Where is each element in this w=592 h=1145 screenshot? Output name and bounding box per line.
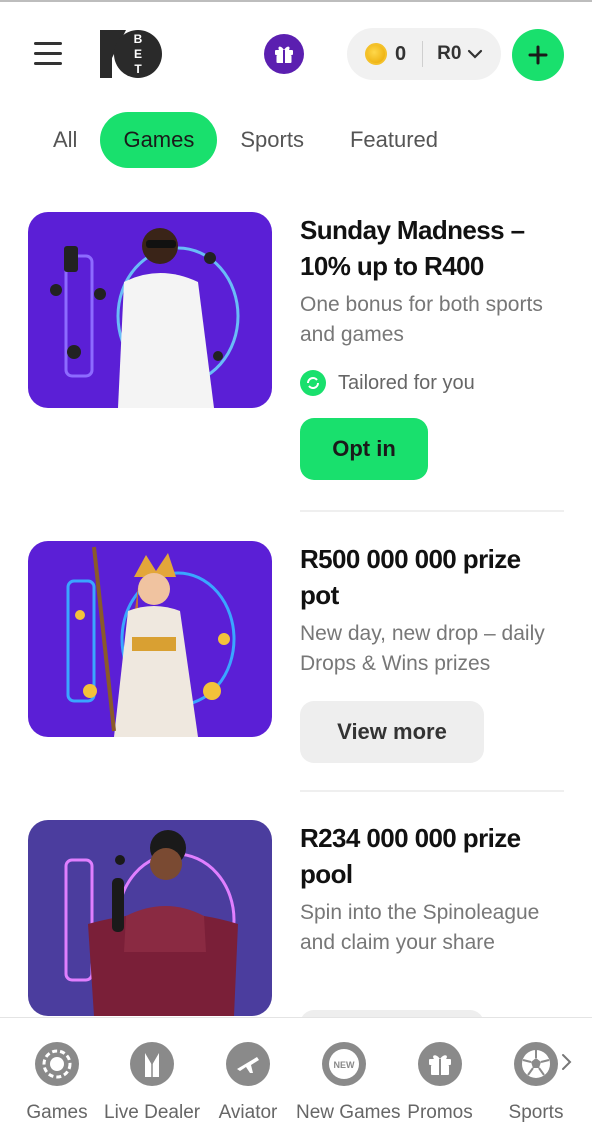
- svg-text:B: B: [134, 32, 143, 46]
- plane-icon: [226, 1042, 270, 1086]
- deposit-button[interactable]: [512, 29, 564, 81]
- hamburger-menu-icon[interactable]: [34, 42, 64, 66]
- nav-item-promos[interactable]: Promos: [392, 1042, 488, 1124]
- promo-title: R500 000 000 prize pot: [300, 544, 521, 610]
- tailored-tag: Tailored for you: [300, 370, 564, 396]
- pill-divider: [422, 41, 424, 67]
- 10bet-logo[interactable]: B E T: [98, 28, 164, 80]
- gift-icon[interactable]: [264, 34, 304, 74]
- coin-icon: [365, 43, 387, 65]
- nav-label: Sports: [508, 1102, 564, 1123]
- new-badge-icon: NEW: [322, 1042, 366, 1086]
- promo-body: Sunday Madness – 10% up to R400 One bonu…: [300, 212, 564, 480]
- gift-icon: [418, 1042, 462, 1086]
- chevron-down-icon: [468, 49, 483, 59]
- balance-amount: R0: [437, 43, 462, 64]
- tab-featured[interactable]: Featured: [327, 112, 461, 168]
- nav-item-aviator[interactable]: Aviator: [200, 1042, 296, 1124]
- promo-title: R234 000 000 prize pool: [300, 823, 521, 889]
- tab-all[interactable]: All: [30, 112, 100, 168]
- tuxedo-icon: [130, 1042, 174, 1086]
- svg-text:T: T: [134, 62, 142, 76]
- promo-filter-tabs: All Games Sports Featured: [30, 112, 461, 168]
- chevron-right-icon[interactable]: [560, 1052, 574, 1077]
- nav-label: Live Dealer: [104, 1102, 201, 1123]
- tab-sports[interactable]: Sports: [217, 112, 327, 168]
- nav-label: Games: [26, 1102, 88, 1123]
- nav-label: New Games: [296, 1102, 401, 1123]
- plus-icon: [528, 45, 548, 65]
- svg-text:NEW: NEW: [334, 1060, 356, 1070]
- divider: [300, 790, 564, 792]
- promo-image[interactable]: [28, 820, 272, 1016]
- coin-count: 0: [395, 42, 407, 65]
- promo-description: New day, new drop – daily Drops & Wins p…: [300, 622, 545, 675]
- bottom-navigation: Games Live Dealer Aviator NEW New Games: [0, 1017, 592, 1145]
- app-header: B E T 0 R0: [0, 2, 592, 102]
- promo-title: Sunday Madness – 10% up to R400: [300, 215, 525, 281]
- balance-pill[interactable]: 0 R0: [347, 28, 501, 80]
- svg-text:E: E: [134, 47, 142, 61]
- soccer-ball-icon: [514, 1042, 558, 1086]
- nav-label: Aviator: [218, 1102, 278, 1123]
- tab-games[interactable]: Games: [100, 112, 218, 168]
- poker-chip-icon: [35, 1042, 79, 1086]
- nav-label: Promos: [407, 1102, 473, 1123]
- opt-in-button[interactable]: Opt in: [300, 418, 428, 480]
- promo-body: R500 000 000 prize pot New day, new drop…: [300, 541, 564, 763]
- promo-description: Spin into the Spinoleague and claim your…: [300, 901, 540, 954]
- refresh-icon: [300, 370, 326, 396]
- promo-image[interactable]: [28, 541, 272, 737]
- nav-item-live-dealer[interactable]: Live Dealer: [104, 1042, 200, 1124]
- nav-item-games[interactable]: Games: [9, 1042, 105, 1124]
- tailored-label: Tailored for you: [338, 371, 475, 394]
- promo-body: R234 000 000 prize pool Spin into the Sp…: [300, 820, 564, 958]
- promo-description: One bonus for both sports and games: [300, 293, 543, 346]
- promo-image[interactable]: [28, 212, 272, 408]
- nav-item-new-games[interactable]: NEW New Games: [296, 1042, 401, 1124]
- divider: [300, 510, 564, 512]
- view-more-button[interactable]: View more: [300, 701, 484, 763]
